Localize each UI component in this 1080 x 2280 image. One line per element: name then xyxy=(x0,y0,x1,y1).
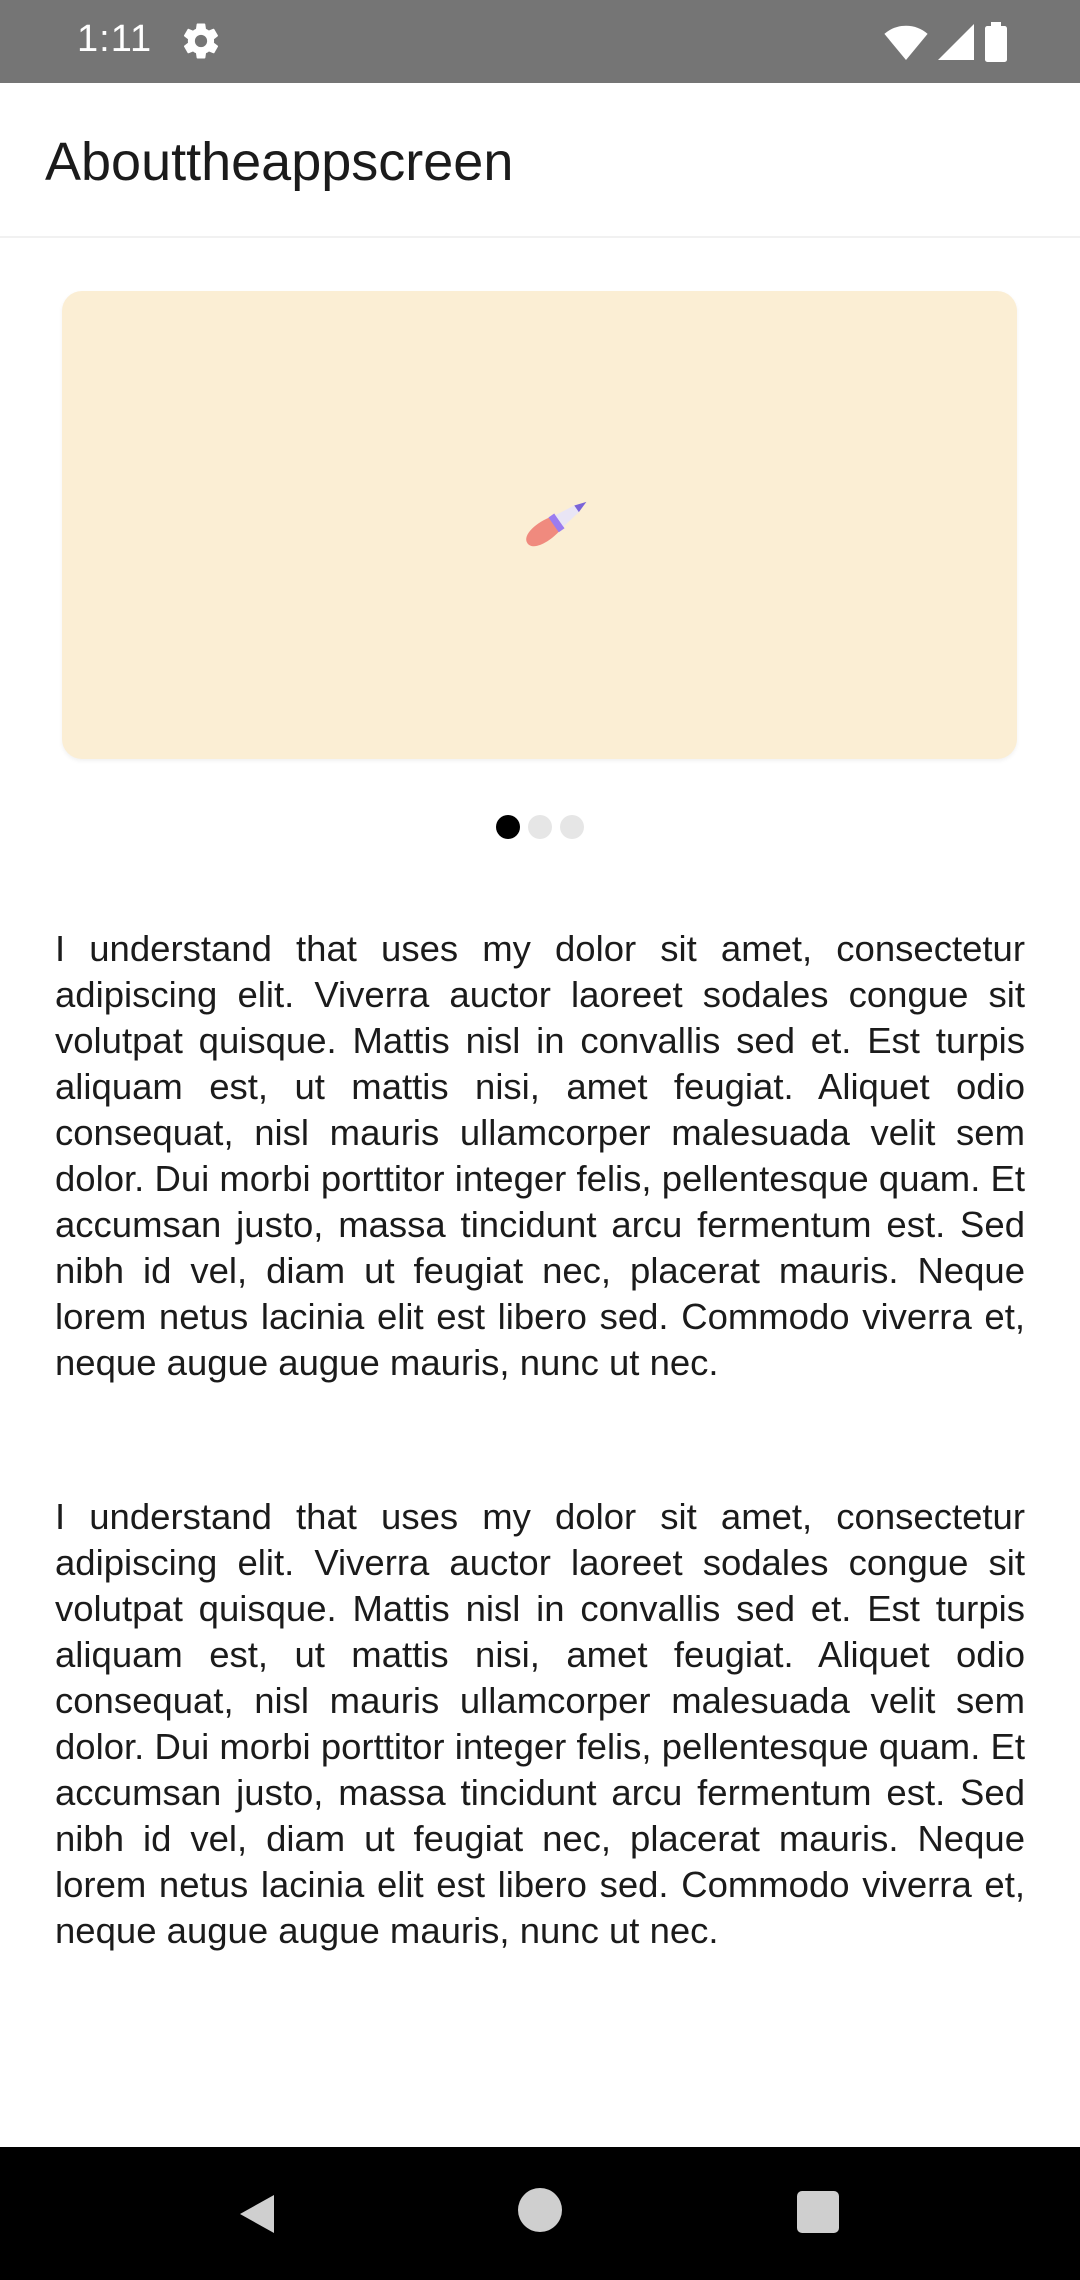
system-nav-bar xyxy=(0,2147,1080,2280)
status-bar: 1:11 xyxy=(0,0,1080,83)
carousel-pager xyxy=(0,815,1080,841)
page-title: Abouttheappscreen xyxy=(45,132,514,192)
signal-icon xyxy=(938,24,974,60)
pager-dot[interactable] xyxy=(528,815,552,839)
recents-icon[interactable] xyxy=(797,2191,839,2233)
wifi-icon xyxy=(884,25,928,60)
pager-dot[interactable] xyxy=(560,815,584,839)
app-bar: Abouttheappscreen xyxy=(0,83,1080,238)
gear-icon xyxy=(183,23,219,59)
carousel-card[interactable] xyxy=(62,291,1017,759)
battery-icon xyxy=(985,22,1007,62)
paintbrush-icon xyxy=(526,501,587,547)
home-icon[interactable] xyxy=(518,2188,562,2232)
status-icons xyxy=(884,22,1008,62)
about-paragraph: I understand that uses my dolor sit amet… xyxy=(55,1496,1025,1951)
about-paragraph: I understand that uses my dolor sit amet… xyxy=(55,928,1025,1383)
status-time: 1:11 xyxy=(77,18,153,60)
back-icon[interactable] xyxy=(232,2189,282,2239)
pager-dot-active[interactable] xyxy=(496,815,520,839)
